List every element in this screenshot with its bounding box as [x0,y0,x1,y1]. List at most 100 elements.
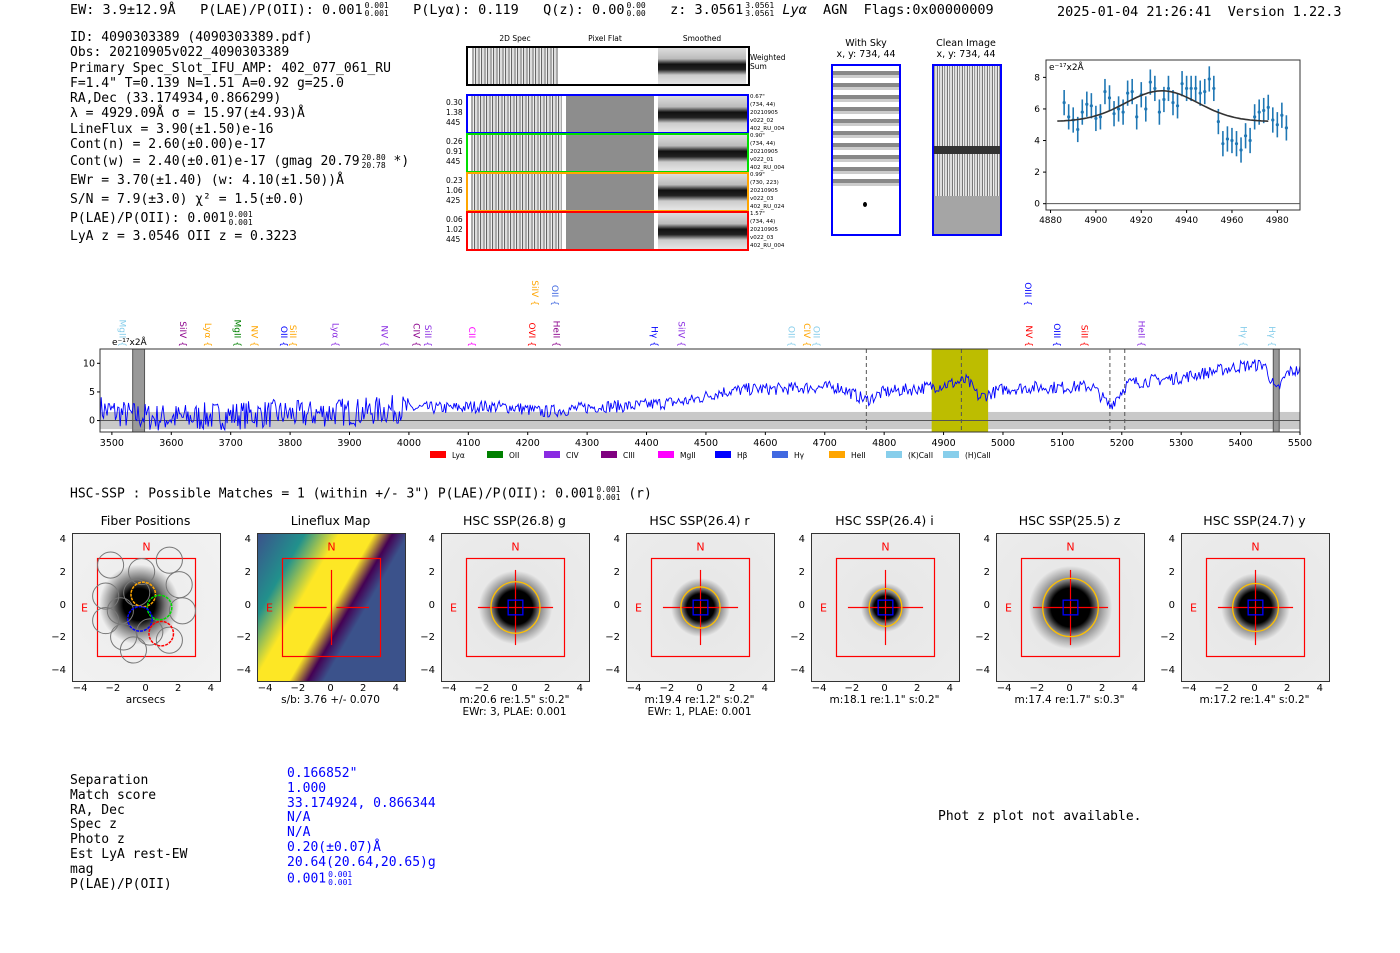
data-point [1203,89,1207,94]
y-tick-label: 0 [983,599,990,611]
match-value: 0.001 0.001 0.001 [287,870,436,886]
line-bracket: { [278,341,288,347]
data-point [1262,108,1266,113]
y-tick-label: 2 [798,566,805,578]
line-bracket: { [529,300,539,306]
y-tick-label: −4 [51,664,66,676]
emission-line-label: CIV { [411,323,421,347]
emission-line-label: CII { [466,327,476,347]
legend-swatch [943,451,959,458]
y-tick-label: 10 [83,358,95,369]
x-tick-label: 2 [174,683,182,694]
data-point [1148,80,1152,84]
line-name: Lyα [202,323,212,339]
x-tick-label: 4 [761,683,769,694]
x-tick-label: −2 [844,683,860,694]
data-point [1107,96,1112,100]
data-point [1239,148,1243,152]
match-value: 1.000 [287,780,327,796]
data-point [1171,101,1175,105]
data-point [1194,86,1198,91]
x-tick-label: 4940 [1175,216,1198,226]
line-name: SiII [422,325,432,339]
data-point [1166,86,1171,91]
clean-image-coords: x, y: 734, 44 [936,49,996,60]
fiber-circle [106,597,134,625]
clean-image-title: Clean Image x, y: 734, 44 [928,38,1004,60]
line-bracket: { [1051,341,1061,347]
x-tick-label: 3700 [219,438,243,449]
fiber-circle [97,551,125,579]
data-point [1275,123,1279,127]
y-tick-label: 2 [983,566,990,578]
line-bracket: { [810,341,820,347]
compass-north: N [881,540,889,553]
x-tick-label: 0 [511,683,518,694]
line-bracket: { [329,341,339,347]
x-tick-label: −4 [811,683,827,694]
fiber-pixel-flat [566,96,654,132]
y-tick-label: 6 [1034,105,1040,115]
fiber-circle [168,597,197,625]
legend-swatch [829,451,845,458]
data-point [1094,116,1098,121]
x-tick-label: 4 [1316,683,1324,694]
datetime: 2025-01-04 21:26:41 [1057,4,1212,20]
compass-north: N [327,540,335,553]
line-bracket: { [549,300,559,306]
x-tick-label: 2 [1098,683,1106,694]
fiber-meta: 20210905 [750,149,778,155]
line-name: Lyα [329,323,339,339]
emission-line-label: HeII { [550,321,560,347]
line-name: SiII [1078,325,1088,339]
header-qz-range: 0.00 0.00 [626,2,645,18]
y-tick-label: −2 [1160,632,1175,644]
clean-image [932,64,1002,236]
line-name: CIV [801,323,811,339]
weighted-2d-spec [472,48,558,84]
match-label: Spec z [70,817,117,833]
fiber-meta: (730, 223) [750,180,779,186]
fiber-meta: 20210905 [750,227,778,233]
x-tick-label: 5000 [991,438,1015,449]
y-tick-label: −2 [790,632,805,644]
fiber-smoothed [658,135,747,171]
fiber-pixel-flat [566,174,654,210]
y-tick-label: 4 [613,534,620,546]
fiber-circle [165,571,193,599]
spectra-2d-panel: 2D Spec Pixel Flat Smoothed Weighted Sum 0.3… [440,30,800,255]
fiber-stat: 0.30 [446,98,463,107]
compass-north: N [1251,540,1259,553]
y-tick-label: −4 [420,664,435,676]
data-point [1257,110,1261,114]
info-line: F=1.4" T=0.139 N=1.51 A=0.92 g=25.0 [70,75,344,91]
with-sky-title: With Sky x, y: 734, 44 [828,38,904,60]
fiber-meta: (734, 44) [750,102,776,108]
match-values: 0.166852" 1.000 33.174924, 0.866344 N/A N/A 0… [287,766,436,886]
unit-label: e⁻¹⁷x2Å [1049,61,1085,73]
fiber-smoothed [658,96,747,132]
fiber-row-1 [466,94,749,134]
fiber-stat: 0.23 [446,176,463,185]
fiber-smoothed [658,174,747,210]
fiber-stat: 1.02 [446,225,463,234]
header-agn: AGN [822,2,848,18]
cutout-overlay: NE [635,540,751,658]
y-tick-label: 0 [244,599,251,611]
y-tick-label: 4 [983,534,990,546]
panel-caption: m:20.6 re:1.5" s:0.2" [459,694,570,706]
star-dot [863,202,867,207]
x-tick-label: 0 [1066,683,1073,694]
data-point [1121,110,1125,114]
x-tick-label: 4600 [753,438,777,449]
cutout-overlay: NE [1005,540,1121,658]
match-labels: Separation Match score RA, Dec Spec z Photo … [70,773,187,892]
cutout-lineflux: NE [257,533,406,682]
fiber-meta: 402_RU_004 [750,126,785,132]
emission-line-label: NV { [1023,325,1033,347]
cutout-image: NE [1181,533,1330,682]
emission-line-label: SiIV { [177,321,187,347]
line-name: OIII [1051,323,1061,338]
legend-label: HeII [851,451,866,460]
panel-caption: s/b: 3.76 +/- 0.070 [281,694,380,706]
